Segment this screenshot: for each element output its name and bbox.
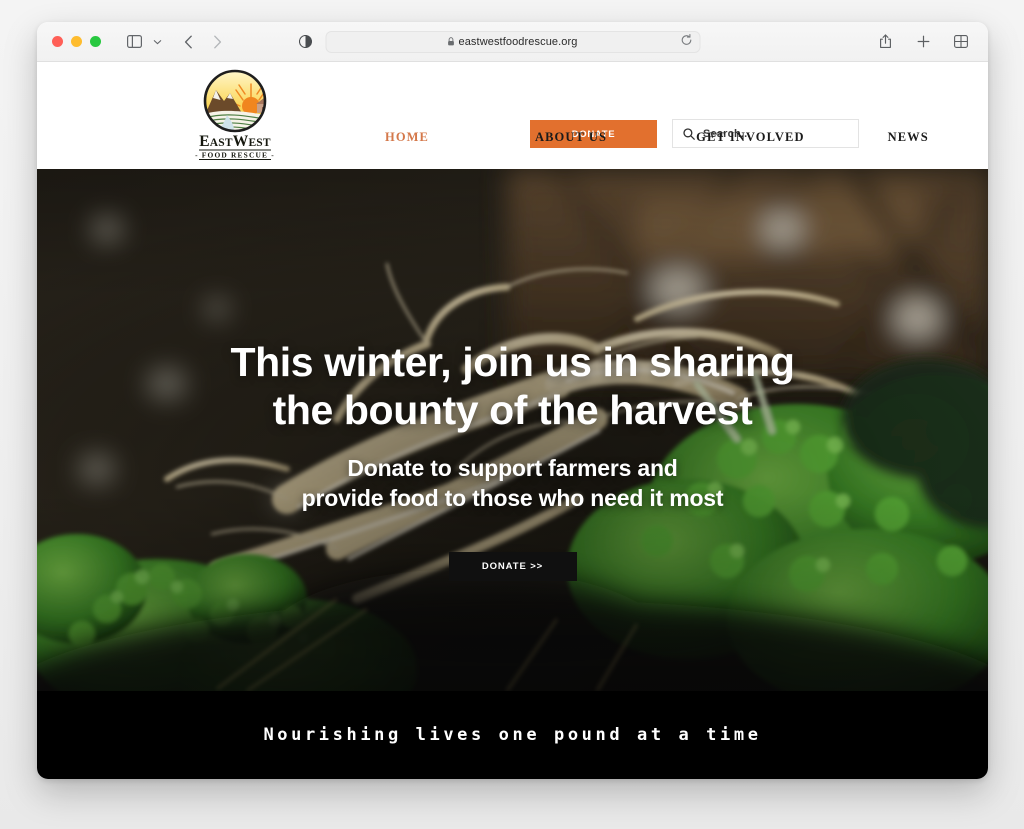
hero-subtitle: Donate to support farmers and provide fo… (302, 454, 724, 513)
browser-toolbar: eastwestfoodrescue.org (37, 22, 988, 62)
chevron-down-icon[interactable] (150, 31, 164, 53)
tagline-text: Nourishing lives one pound at a time (263, 725, 762, 745)
zoom-window-button[interactable] (90, 36, 101, 47)
web-page: EASTWEST - FOOD RESCUE - DONATE Search..… (37, 62, 988, 779)
hero-title-line-1: This winter, join us in sharing (230, 339, 795, 385)
lock-icon (448, 37, 454, 46)
toolbar-right-actions (872, 31, 974, 53)
address-bar-container: eastwestfoodrescue.org (325, 30, 700, 53)
forward-arrow-icon[interactable] (204, 31, 230, 53)
back-arrow-icon[interactable] (175, 31, 201, 53)
address-bar[interactable]: eastwestfoodrescue.org (325, 30, 700, 53)
minimize-window-button[interactable] (71, 36, 82, 47)
reload-icon[interactable] (680, 33, 692, 51)
nav-item-news[interactable]: NEWS (888, 130, 929, 145)
site-header: EASTWEST - FOOD RESCUE - DONATE Search..… (37, 62, 988, 169)
url-text: eastwestfoodrescue.org (458, 35, 578, 48)
nav-item-get-involved[interactable]: GET INVOLVED (696, 130, 804, 145)
share-icon[interactable] (872, 31, 898, 53)
sidebar-icon[interactable] (121, 31, 147, 53)
main-navigation: HOME ABOUT US GET INVOLVED NEWS (37, 130, 988, 145)
hero-section: This winter, join us in sharing the boun… (37, 169, 988, 691)
hero-subtitle-line-2: provide food to those who need it most (301, 484, 724, 511)
tab-overview-icon[interactable] (948, 31, 974, 53)
hero-content: This winter, join us in sharing the boun… (37, 169, 988, 691)
logo-subtitle: - FOOD RESCUE - (195, 151, 275, 160)
close-window-button[interactable] (52, 36, 63, 47)
site-logo[interactable]: EASTWEST - FOOD RESCUE - (183, 68, 287, 160)
tagline-bar: Nourishing lives one pound at a time (37, 691, 988, 779)
traffic-lights (52, 36, 101, 47)
hero-title-line-2: the bounty of the harvest (272, 386, 753, 433)
reader-toggle-icon[interactable] (292, 31, 318, 53)
browser-window: eastwestfoodrescue.org EASTWEST - FOOD R… (37, 22, 988, 779)
donate-button-hero[interactable]: DONATE >> (448, 551, 577, 581)
nav-item-about-us[interactable]: ABOUT US (535, 130, 607, 145)
nav-item-home[interactable]: HOME (385, 130, 429, 145)
hero-title: This winter, join us in sharing the boun… (231, 339, 795, 434)
plus-icon[interactable] (910, 31, 936, 53)
url-text-group: eastwestfoodrescue.org (448, 36, 578, 48)
navigation-controls (121, 31, 230, 53)
hero-subtitle-line-1: Donate to support farmers and (347, 455, 678, 482)
